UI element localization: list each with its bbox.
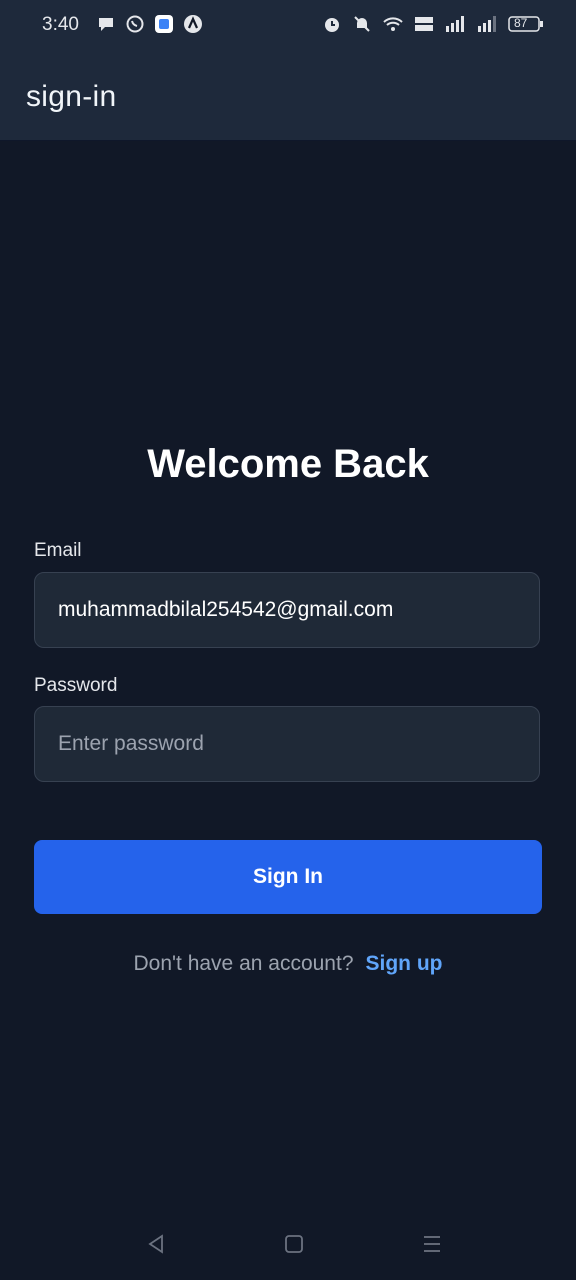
volte-icon (414, 14, 434, 34)
password-placeholder: Enter password (58, 732, 204, 755)
password-field[interactable]: Enter password (34, 706, 540, 782)
signup-prompt: Don't have an account? (133, 952, 354, 975)
app-icon (154, 14, 174, 34)
battery-level: 87 (514, 16, 528, 30)
system-nav-bar (0, 1218, 576, 1270)
email-field[interactable]: muhammadbilal254542@gmail.com (34, 572, 540, 648)
signal-icon (444, 14, 466, 34)
signup-row: Don't have an account? Sign up (0, 952, 576, 976)
email-label: Email (34, 540, 82, 561)
mute-icon (352, 14, 372, 34)
welcome-heading: Welcome Back (147, 442, 429, 486)
status-bar: 3:40 87 (0, 0, 576, 52)
home-icon[interactable] (274, 1218, 314, 1270)
sign-in-button-label: Sign In (253, 865, 323, 888)
password-label: Password (34, 675, 118, 696)
recents-icon[interactable] (412, 1218, 452, 1270)
page-title: sign-in (26, 80, 117, 113)
alarm-icon (322, 14, 342, 34)
whatsapp-icon (125, 14, 145, 34)
sign-in-button[interactable]: Sign In (34, 840, 542, 914)
app-bar: sign-in (0, 52, 576, 141)
wifi-icon (382, 14, 404, 34)
back-icon[interactable] (136, 1218, 176, 1270)
battery-icon: 87 (508, 15, 544, 33)
status-right-icons: 87 (322, 14, 544, 34)
app-icon-2 (183, 14, 203, 34)
email-value: muhammadbilal254542@gmail.com (58, 598, 394, 621)
status-left-icons (96, 14, 203, 34)
status-time: 3:40 (42, 14, 79, 35)
signal-icon-2 (476, 14, 498, 34)
sign-up-link[interactable]: Sign up (366, 952, 443, 976)
chat-bubble-icon (96, 14, 116, 34)
